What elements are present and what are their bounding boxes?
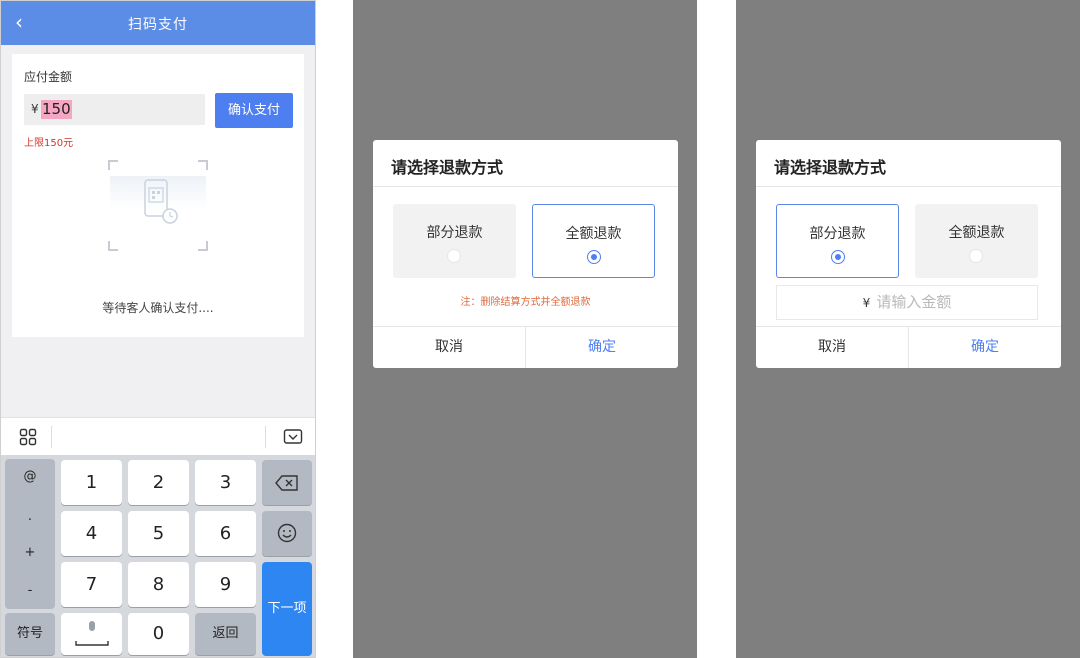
refund-method-dialog: 请选择退款方式 部分退款 全额退款 ¥ 请输入金额 取消 确定 [756,140,1061,368]
confirm-button[interactable]: 确定 [526,327,678,368]
key-6[interactable]: 6 [195,511,256,556]
key-8[interactable]: 8 [128,562,189,607]
keyboard-toolbar [1,417,315,455]
key-5[interactable]: 5 [128,511,189,556]
numeric-keyboard: @ . + - 1 2 3 4 5 6 7 8 9 下一项 符号 0 返回 [1,455,315,657]
apps-grid-icon[interactable] [19,428,37,450]
refund-note: 注：删除结算方式并全额退款 [460,297,591,308]
dialog-title: 请选择退款方式 [391,158,504,177]
radio-unselected[interactable] [969,249,983,263]
option-label: 部分退款 [426,225,483,241]
amount-placeholder: 请输入金额 [876,293,952,311]
header-bar: ‹ 扫码支付 [1,1,315,45]
key-1[interactable]: 1 [61,460,122,505]
option-label: 部分退款 [809,226,866,242]
confirm-button[interactable]: 确定 [909,327,1061,368]
space-key[interactable] [61,613,122,655]
key-dot[interactable]: . [5,509,55,524]
option-full-refund[interactable]: 全额退款 [532,204,655,278]
microphone-icon [74,621,109,646]
radio-selected[interactable] [831,250,845,264]
return-key[interactable]: 返回 [195,613,256,655]
option-full-refund[interactable]: 全额退款 [915,204,1038,278]
cancel-button[interactable]: 取消 [756,327,908,368]
limit-hint: 上限150元 [24,138,74,149]
waiting-status: 等待客人确认支付.... [102,301,214,315]
dialog-title: 请选择退款方式 [774,158,887,177]
next-field-button[interactable]: 下一项 [262,562,312,656]
key-9[interactable]: 9 [195,562,256,607]
key-3[interactable]: 3 [195,460,256,505]
option-label: 全额退款 [565,226,622,242]
key-7[interactable]: 7 [61,562,122,607]
key-at[interactable]: @ [5,469,55,484]
confirm-payment-button[interactable]: 确认支付 [215,93,293,128]
key-plus[interactable]: + [5,545,55,560]
symbols-key[interactable]: 符号 [5,613,55,655]
refund-amount-input[interactable]: ¥ 请输入金额 [776,285,1038,320]
emoji-icon[interactable] [262,511,312,556]
radio-selected[interactable] [587,250,601,264]
keyboard-hide-icon[interactable] [283,428,303,450]
currency-symbol: ¥ [862,296,871,310]
symbol-column[interactable]: @ . + - [5,459,55,609]
payment-screen: ‹ 扫码支付 应付金额 ¥ 150 确认支付 上限150元 等待客人确认支付..… [0,0,316,658]
amount-label: 应付金额 [24,70,73,84]
radio-unselected[interactable] [447,249,461,263]
cancel-button[interactable]: 取消 [373,327,525,368]
key-minus[interactable]: - [5,583,55,598]
amount-value: 150 [41,100,72,119]
currency-symbol: ¥ [31,102,39,116]
refund-method-dialog: 请选择退款方式 部分退款 全额退款 注：删除结算方式并全额退款 取消 确定 [373,140,678,368]
refund-partial-screen: 请选择退款方式 部分退款 全额退款 ¥ 请输入金额 取消 确定 [736,0,1080,658]
amount-input[interactable]: ¥ 150 [24,94,205,125]
qr-scan-icon [108,160,208,251]
backspace-icon[interactable] [262,460,312,505]
key-0[interactable]: 0 [128,613,189,655]
key-2[interactable]: 2 [128,460,189,505]
payment-card: 应付金额 ¥ 150 确认支付 上限150元 等待客人确认支付.... [12,54,304,337]
page-title: 扫码支付 [128,17,188,33]
refund-full-screen: 请选择退款方式 部分退款 全额退款 注：删除结算方式并全额退款 取消 确定 [353,0,697,658]
option-partial-refund[interactable]: 部分退款 [776,204,899,278]
option-label: 全额退款 [948,225,1005,241]
option-partial-refund[interactable]: 部分退款 [393,204,516,278]
key-4[interactable]: 4 [61,511,122,556]
